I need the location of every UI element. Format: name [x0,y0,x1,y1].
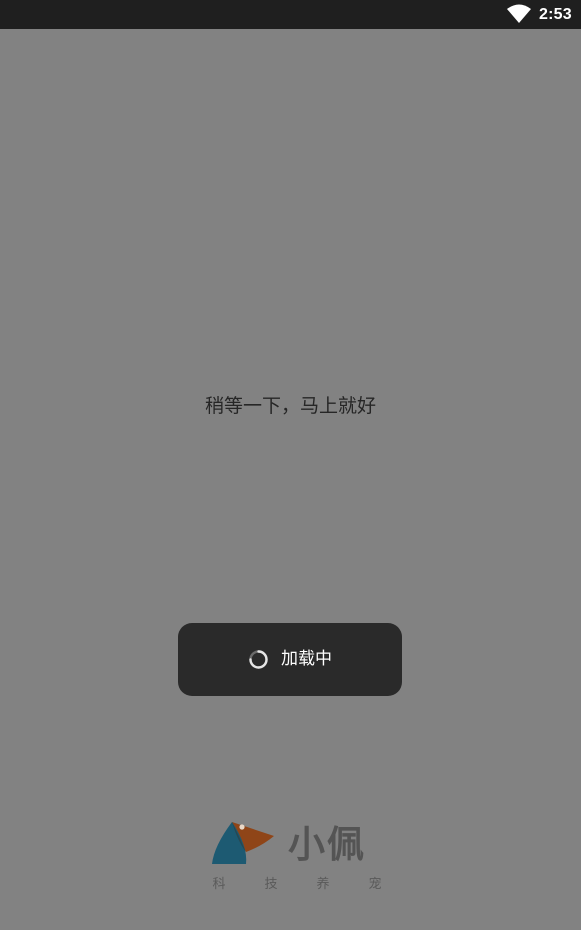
slogan-char: 养 [316,877,330,892]
slogan-char: 技 [264,877,278,892]
loading-label: 加载中 [281,649,332,669]
wifi-icon [506,4,532,24]
loading-screen: 稍等一下，马上就好 加载中 小佩 科 技 养 宠 [0,29,581,930]
slogan-char: 宠 [368,877,382,892]
spinner-icon [248,649,269,670]
loading-toast: 加载中 [178,623,402,696]
bird-logo-icon [210,820,276,868]
brand-slogan: 科 技 养 宠 [212,876,382,894]
wait-message: 稍等一下，马上就好 [204,395,376,417]
brand-block: 小佩 科 技 养 宠 [0,818,581,898]
brand-name: 小佩 [288,823,366,866]
status-time: 2:53 [539,6,572,23]
status-bar: 2:53 [0,0,581,29]
slogan-char: 科 [212,877,226,892]
